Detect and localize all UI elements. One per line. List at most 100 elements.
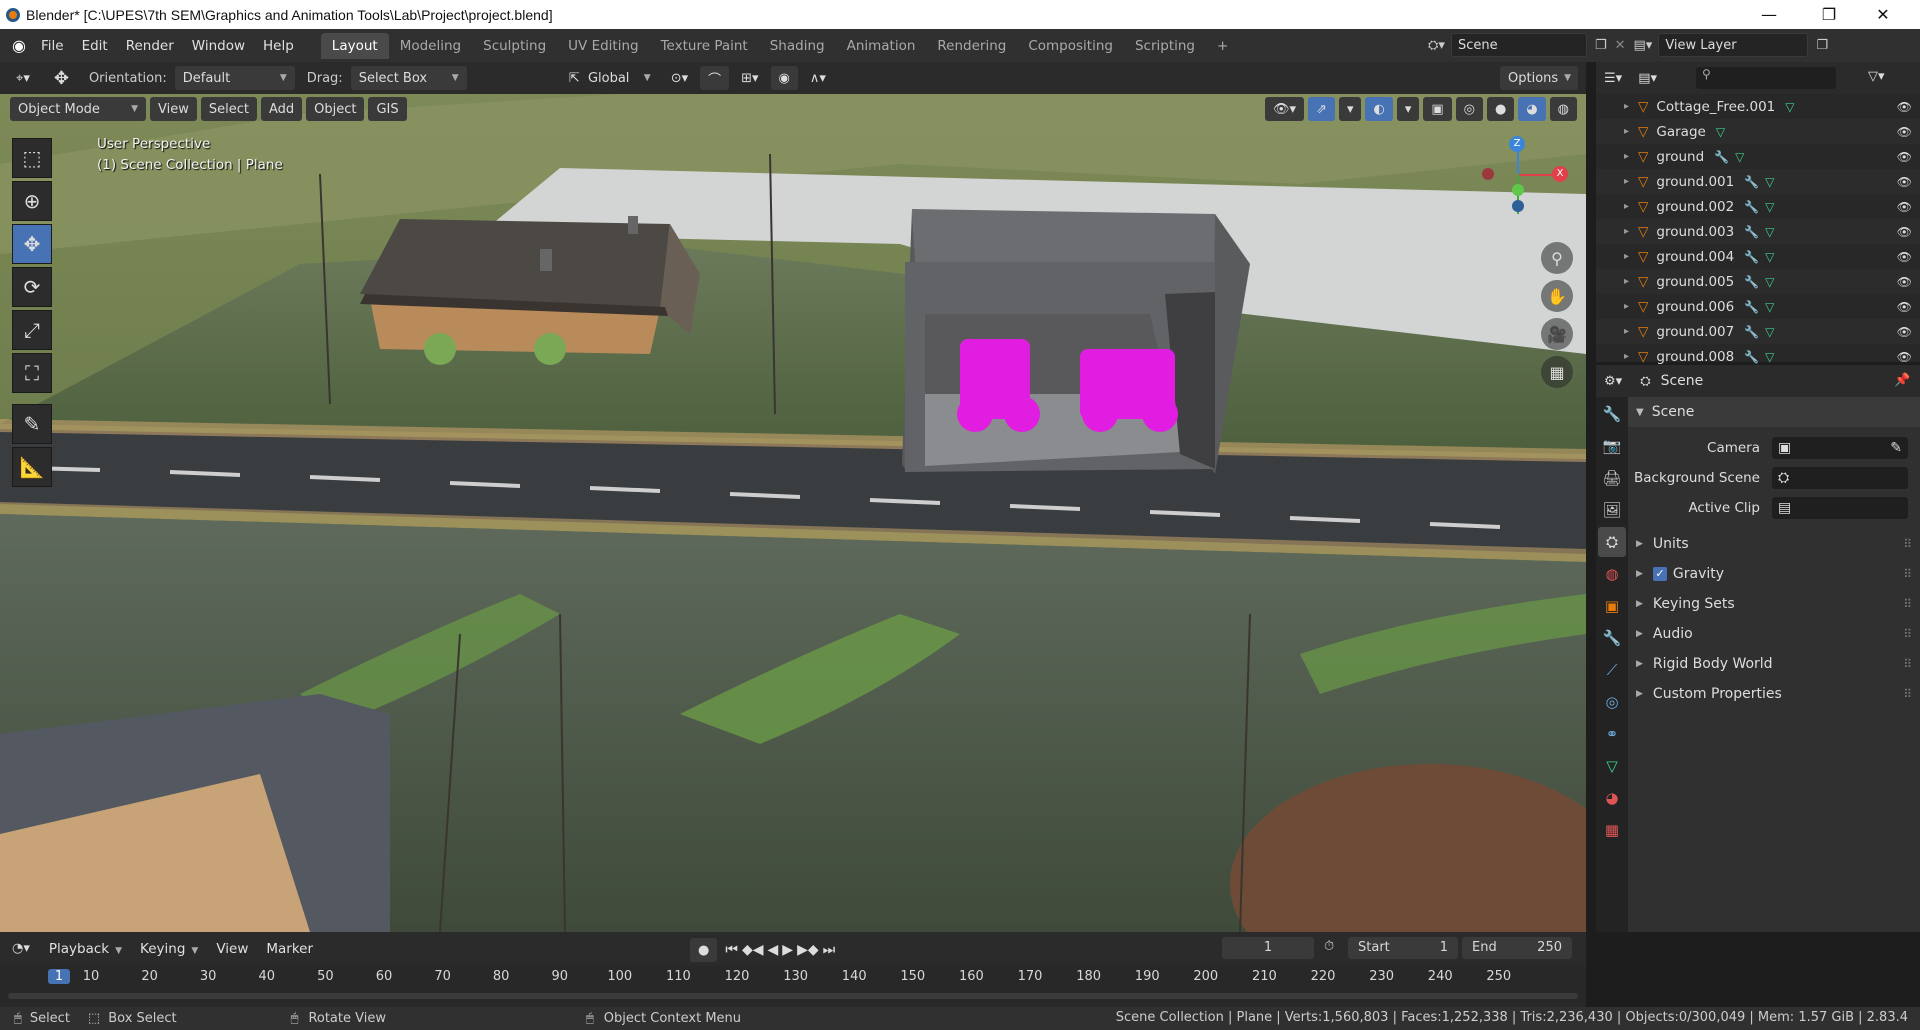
- new-view-layer-icon[interactable]: ❐: [1816, 38, 1828, 53]
- menu-help[interactable]: Help: [254, 38, 303, 54]
- properties-editor-icon[interactable]: ⚙▾: [1604, 374, 1622, 389]
- maximize-button[interactable]: ❐: [1806, 0, 1852, 29]
- modifier-wrench-icon[interactable]: 🔧: [1744, 250, 1759, 264]
- outliner-object-name[interactable]: ground.002: [1656, 199, 1734, 215]
- menu-render[interactable]: Render: [117, 38, 183, 54]
- expand-arrow-icon[interactable]: ▸: [1624, 301, 1638, 312]
- jump-start-icon[interactable]: ⏮: [725, 942, 738, 958]
- outliner-row[interactable]: ▸ ▽ ground 🔧 ▽ 👁: [1596, 144, 1920, 169]
- modifier-wrench-icon[interactable]: 🔧: [1744, 325, 1759, 339]
- end-frame-field[interactable]: End 250: [1462, 937, 1572, 959]
- menu-edit[interactable]: Edit: [73, 38, 117, 54]
- pan-hand-icon[interactable]: ✋: [1541, 280, 1573, 312]
- overlays-dropdown-icon[interactable]: ▾: [1396, 97, 1420, 121]
- visibility-eye-icon[interactable]: 👁: [1897, 100, 1912, 114]
- orientation-dropdown[interactable]: Default ▼: [174, 66, 295, 90]
- cursor-tool-icon[interactable]: ⊕: [12, 181, 52, 221]
- background-scene-field[interactable]: ⛭: [1772, 467, 1908, 489]
- expand-arrow-icon[interactable]: ▸: [1624, 176, 1638, 187]
- expand-arrow-icon[interactable]: ▸: [1624, 326, 1638, 337]
- modifier-wrench-icon[interactable]: 🔧: [1744, 300, 1759, 314]
- snap-target-icon[interactable]: ⊞▾: [733, 66, 766, 90]
- tab-layout[interactable]: Layout: [320, 32, 389, 59]
- start-frame-field[interactable]: Start 1: [1348, 937, 1458, 959]
- tab-rendering[interactable]: Rendering: [926, 33, 1017, 59]
- world-tab-icon[interactable]: ◍: [1598, 559, 1626, 589]
- pivot-point-icon[interactable]: ⊙▾: [663, 66, 696, 90]
- scene-tab-icon[interactable]: ⛭: [1598, 527, 1626, 557]
- object-mode-dropdown[interactable]: Object Mode ▼: [10, 97, 146, 121]
- editor-type-icon[interactable]: ⌖▾: [8, 66, 38, 90]
- transform-tool-icon[interactable]: ⛶: [12, 353, 52, 393]
- drag-handle-icon[interactable]: ⠿: [1903, 597, 1912, 611]
- modifier-wrench-icon[interactable]: 🔧: [1744, 200, 1759, 214]
- xray-icon[interactable]: ▣: [1423, 97, 1452, 121]
- tab-compositing[interactable]: Compositing: [1017, 33, 1124, 59]
- drag-handle-icon[interactable]: ⠿: [1903, 537, 1912, 551]
- tab-sculpting[interactable]: Sculpting: [472, 33, 557, 59]
- scene-selector-icon[interactable]: ⛭▾: [1428, 38, 1445, 53]
- menu-timeline-view[interactable]: View: [207, 941, 257, 957]
- modifier-wrench-icon[interactable]: 🔧: [1744, 275, 1759, 289]
- tab-scripting[interactable]: Scripting: [1124, 33, 1206, 59]
- eyedropper-icon[interactable]: ✎: [1890, 440, 1902, 456]
- expand-arrow-icon[interactable]: ▸: [1624, 101, 1638, 112]
- ortho-grid-icon[interactable]: ▦: [1541, 356, 1573, 388]
- tool-tab-icon[interactable]: 🔧: [1598, 399, 1626, 429]
- menu-marker[interactable]: Marker: [257, 941, 322, 957]
- mesh-data-icon[interactable]: ▽: [1765, 175, 1774, 189]
- drag-handle-icon[interactable]: ⠿: [1903, 567, 1912, 581]
- constraints-tab-icon[interactable]: ⚭: [1598, 719, 1626, 749]
- mesh-data-icon[interactable]: ▽: [1765, 225, 1774, 239]
- outliner-row[interactable]: ▸ ▽ ground.006 🔧 ▽ 👁: [1596, 294, 1920, 319]
- outliner-row[interactable]: ▸ ▽ Garage ▽ 👁: [1596, 119, 1920, 144]
- outliner-object-name[interactable]: Cottage_Free.001: [1656, 99, 1775, 115]
- tab-modeling[interactable]: Modeling: [389, 33, 472, 59]
- expand-arrow-icon[interactable]: ▸: [1624, 226, 1638, 237]
- 3d-viewport[interactable]: User Perspective (1) Scene Collection | …: [0, 94, 1586, 932]
- zoom-icon[interactable]: ⚲: [1541, 242, 1573, 274]
- neg-z-axis-icon[interactable]: [1512, 200, 1524, 212]
- menu-object[interactable]: Object: [306, 97, 365, 121]
- outliner[interactable]: ▸ ▽ Cottage_Free.001 ▽ 👁 ▸ ▽ Garage ▽ 👁 ▸ ▽ ground 🔧 ▽…: [1596, 94, 1920, 365]
- timeline-ruler[interactable]: 1 10 20 30 40 50 60 70 80 90 100 110 120 130 140 150 160…: [0, 965, 1586, 1013]
- drag-handle-icon[interactable]: ⠿: [1903, 687, 1912, 701]
- output-tab-icon[interactable]: 🖨: [1598, 463, 1626, 493]
- snap-icon[interactable]: ⌒: [700, 66, 730, 90]
- subpanel-gravity[interactable]: ▶ ✓ Gravity ⠿: [1628, 559, 1920, 589]
- play-reverse-icon[interactable]: ◀: [768, 942, 779, 958]
- visibility-eye-icon[interactable]: 👁: [1897, 125, 1912, 139]
- new-scene-icon[interactable]: ❐: [1595, 38, 1607, 53]
- subpanel-audio[interactable]: ▶ Audio ⠿: [1628, 619, 1920, 649]
- view-layer-icon[interactable]: ▤▾: [1634, 38, 1653, 53]
- z-axis-icon[interactable]: Z: [1509, 136, 1525, 152]
- outliner-object-name[interactable]: ground.004: [1656, 249, 1734, 265]
- visibility-eye-icon[interactable]: 👁: [1897, 250, 1912, 264]
- jump-end-icon[interactable]: ⏭: [823, 942, 836, 958]
- tab-texture-paint[interactable]: Texture Paint: [650, 33, 759, 59]
- visibility-eye-icon[interactable]: 👁: [1897, 300, 1912, 314]
- timeline-scrollbar[interactable]: [8, 993, 1578, 999]
- close-button[interactable]: ✕: [1860, 0, 1906, 29]
- menu-window[interactable]: Window: [183, 38, 254, 54]
- modifier-wrench-icon[interactable]: 🔧: [1744, 225, 1759, 239]
- menu-select[interactable]: Select: [200, 97, 257, 121]
- outliner-row[interactable]: ▸ ▽ ground.002 🔧 ▽ 👁: [1596, 194, 1920, 219]
- outliner-search-input[interactable]: ⚲: [1696, 67, 1836, 89]
- visibility-eye-icon[interactable]: 👁: [1897, 225, 1912, 239]
- subpanel-custom-properties[interactable]: ▶ Custom Properties ⠿: [1628, 679, 1920, 709]
- move-tool-icon[interactable]: ✥: [12, 224, 52, 264]
- outliner-row[interactable]: ▸ ▽ ground.001 🔧 ▽ 👁: [1596, 169, 1920, 194]
- overlays-icon[interactable]: ◐: [1365, 97, 1393, 121]
- tab-uv-editing[interactable]: UV Editing: [557, 33, 649, 59]
- blender-menu-icon[interactable]: ◉: [12, 36, 26, 55]
- proportional-edit-icon[interactable]: ◉: [770, 66, 798, 90]
- select-box-tool-icon[interactable]: ⬚: [12, 138, 52, 178]
- menu-file[interactable]: File: [32, 38, 73, 54]
- outliner-row[interactable]: ▸ ▽ ground.004 🔧 ▽ 👁: [1596, 244, 1920, 269]
- modifier-wrench-icon[interactable]: 🔧: [1714, 150, 1729, 164]
- menu-gis[interactable]: GIS: [368, 97, 407, 121]
- delete-scene-icon[interactable]: ✕: [1615, 38, 1626, 53]
- visibility-eye-icon[interactable]: 👁: [1897, 325, 1912, 339]
- current-frame-field[interactable]: 1: [1222, 937, 1314, 959]
